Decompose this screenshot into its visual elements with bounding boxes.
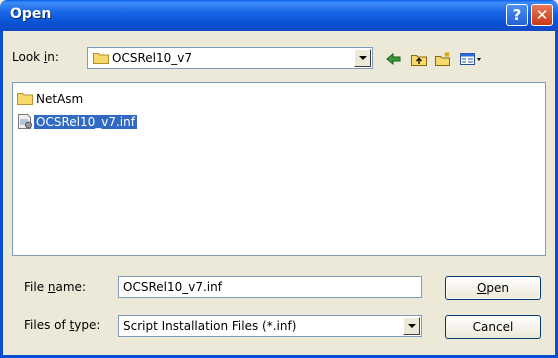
look-in-value: OCSRel10_v7 [112, 51, 192, 65]
file-type-value: Script Installation Files (*.inf) [123, 319, 297, 333]
folder-icon [17, 93, 33, 105]
close-icon: ✕ [535, 6, 549, 24]
help-icon: ? [512, 6, 522, 24]
file-name-label: File name: [24, 280, 86, 294]
help-button[interactable]: ? [506, 4, 528, 26]
look-in-dropdown-arrow[interactable] [354, 49, 371, 67]
file-name-label-text: File [24, 280, 48, 294]
inf-file-icon [18, 114, 32, 129]
view-menu-icon[interactable] [459, 51, 483, 67]
window-title: Open [10, 6, 52, 22]
open-accel: O [476, 281, 487, 295]
file-type-dropdown[interactable]: Script Installation Files (*.inf) [118, 315, 422, 337]
file-type-label: Files of type: [24, 318, 100, 332]
cancel-button-label: Cancel [472, 320, 514, 334]
look-in-label: Look in: [12, 50, 59, 64]
file-type-dropdown-arrow[interactable] [403, 317, 420, 335]
look-in-label-text: Look [12, 50, 44, 64]
file-name-value: OCSRel10_v7.inf [123, 280, 222, 294]
file-name-input[interactable]: OCSRel10_v7.inf [118, 276, 422, 298]
list-item-label: OCSRel10_v7.inf [33, 114, 138, 130]
back-arrow-icon[interactable] [385, 51, 403, 67]
file-name-accel: n [47, 280, 56, 294]
open-button[interactable]: Open [445, 276, 541, 300]
chevron-down-icon [358, 56, 367, 60]
title-bar[interactable]: Open ? ✕ [0, 0, 558, 31]
look-in-label-suffix: n: [47, 50, 59, 64]
list-item-label: NetAsm [36, 92, 84, 106]
close-button[interactable]: ✕ [531, 4, 553, 26]
file-type-label-text: Files of [24, 318, 70, 332]
open-button-label: pen [486, 281, 510, 295]
file-type-label-suffix: ype: [74, 318, 101, 332]
cancel-button[interactable]: Cancel [445, 315, 541, 339]
up-folder-icon[interactable] [410, 51, 428, 67]
file-name-label-suffix: ame: [55, 280, 86, 294]
look-in-dropdown[interactable]: OCSRel10_v7 [87, 47, 373, 69]
window-border-left [0, 31, 3, 358]
folder-icon [93, 53, 109, 64]
chevron-down-icon [407, 324, 416, 328]
file-list[interactable]: NetAsm OCSRel10_v7.inf [12, 82, 546, 256]
new-folder-icon[interactable] [434, 51, 452, 67]
